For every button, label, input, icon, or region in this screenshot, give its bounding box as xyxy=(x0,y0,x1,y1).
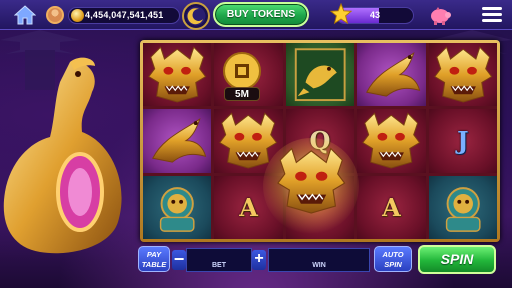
symbol-dragon-big-slot xyxy=(285,175,355,239)
letter-a: A xyxy=(239,192,258,222)
home-icon[interactable] xyxy=(14,5,36,25)
buy-tokens-button[interactable]: BUY TOKENS xyxy=(213,2,309,27)
win-label: WIN xyxy=(312,262,326,269)
control-bar: PAY TABLE − BET + WIN AUTO SPIN SPIN xyxy=(130,244,506,276)
symbol-dragon xyxy=(428,43,497,107)
symbol-lion xyxy=(428,175,497,239)
symbol-dragon xyxy=(357,109,426,173)
bet-display: BET xyxy=(186,248,252,272)
paytable-button[interactable]: PAY TABLE xyxy=(138,246,170,272)
autospin-label-2: SPIN xyxy=(384,260,402,269)
balance-display: 4,454,047,541,451 xyxy=(68,7,180,24)
paytable-label-1: PAY xyxy=(146,250,162,259)
symbol-q: Q xyxy=(285,109,355,173)
symbol-koi xyxy=(285,43,355,107)
avatar[interactable] xyxy=(46,6,64,24)
reel-frame: Q J A A xyxy=(140,40,500,242)
win-display: WIN xyxy=(268,248,370,272)
bet-decrease-button[interactable]: − xyxy=(172,250,186,270)
menu-icon[interactable] xyxy=(482,7,502,23)
crescent-icon xyxy=(187,8,203,25)
autospin-button[interactable]: AUTO SPIN xyxy=(374,246,412,272)
star-icon xyxy=(330,3,352,25)
bet-label: BET xyxy=(212,262,226,269)
coin-icon xyxy=(71,9,84,22)
bet-increase-button[interactable]: + xyxy=(252,250,266,270)
piggy-bank-icon[interactable] xyxy=(428,5,452,25)
letter-j: J xyxy=(457,126,469,156)
reels-grid: Q J A A xyxy=(143,43,497,239)
symbol-phoenix xyxy=(357,43,426,107)
letter-a: A xyxy=(382,192,401,222)
symbol-lion xyxy=(143,175,212,239)
paytable-label-2: TABLE xyxy=(141,260,167,269)
boost-badge[interactable] xyxy=(182,2,210,30)
top-bar: 4,454,047,541,451 BUY TOKENS 43 xyxy=(0,0,512,30)
symbol-dragon xyxy=(214,109,283,173)
autospin-label-1: AUTO xyxy=(382,250,404,259)
balance-value: 4,454,047,541,451 xyxy=(85,10,164,20)
golden-phoenix-statue xyxy=(3,57,122,254)
symbol-phoenix xyxy=(143,109,212,173)
spin-button[interactable]: SPIN xyxy=(418,245,496,274)
symbol-a: A xyxy=(357,175,426,239)
symbol-j: J xyxy=(428,109,497,173)
letter-q: Q xyxy=(309,126,331,156)
coin-value-label: 5M xyxy=(224,87,260,101)
symbol-dragon xyxy=(143,43,212,107)
symbol-a: A xyxy=(214,175,283,239)
